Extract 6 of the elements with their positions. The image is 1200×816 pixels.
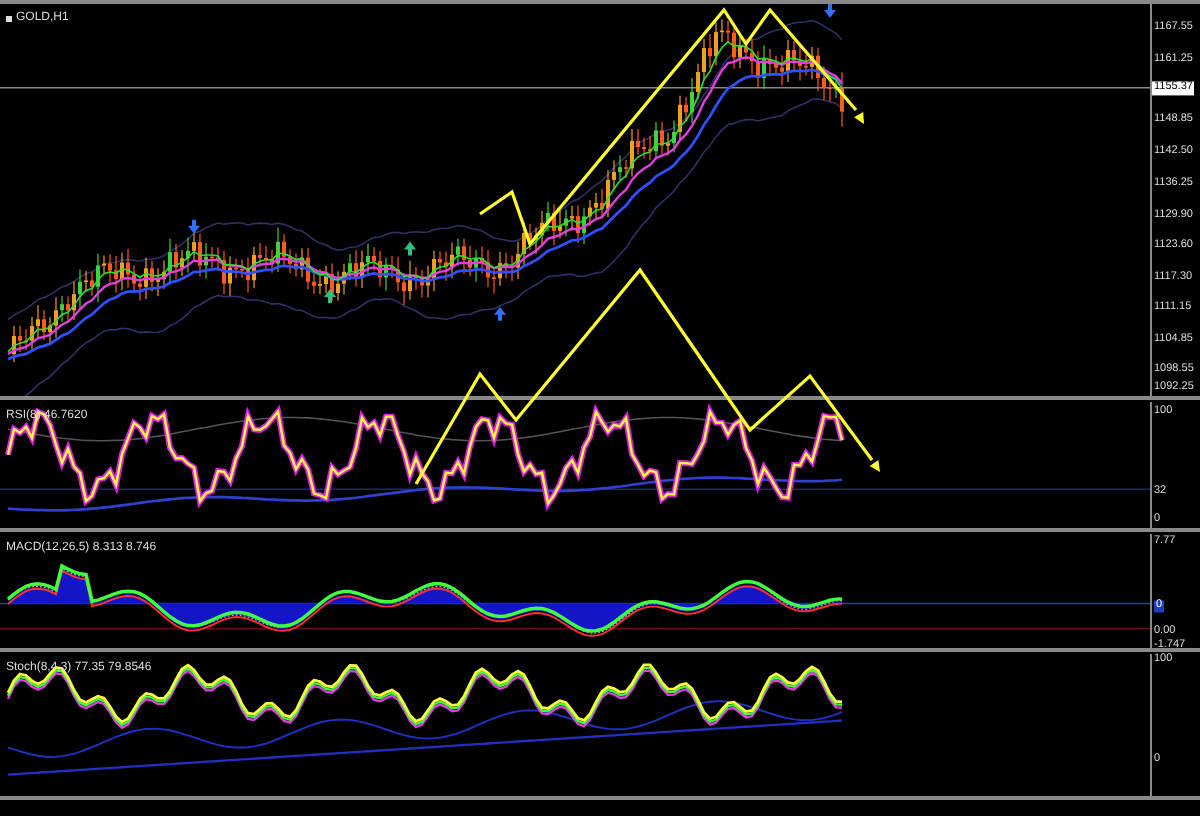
arrow-marker-icon bbox=[188, 219, 200, 234]
arrow-marker-icon bbox=[324, 289, 336, 303]
symbol-marker-icon bbox=[6, 15, 12, 21]
arrow-marker-icon bbox=[404, 241, 416, 256]
arrow-marker-icon bbox=[824, 4, 836, 18]
arrow-marker-icon bbox=[494, 306, 506, 321]
